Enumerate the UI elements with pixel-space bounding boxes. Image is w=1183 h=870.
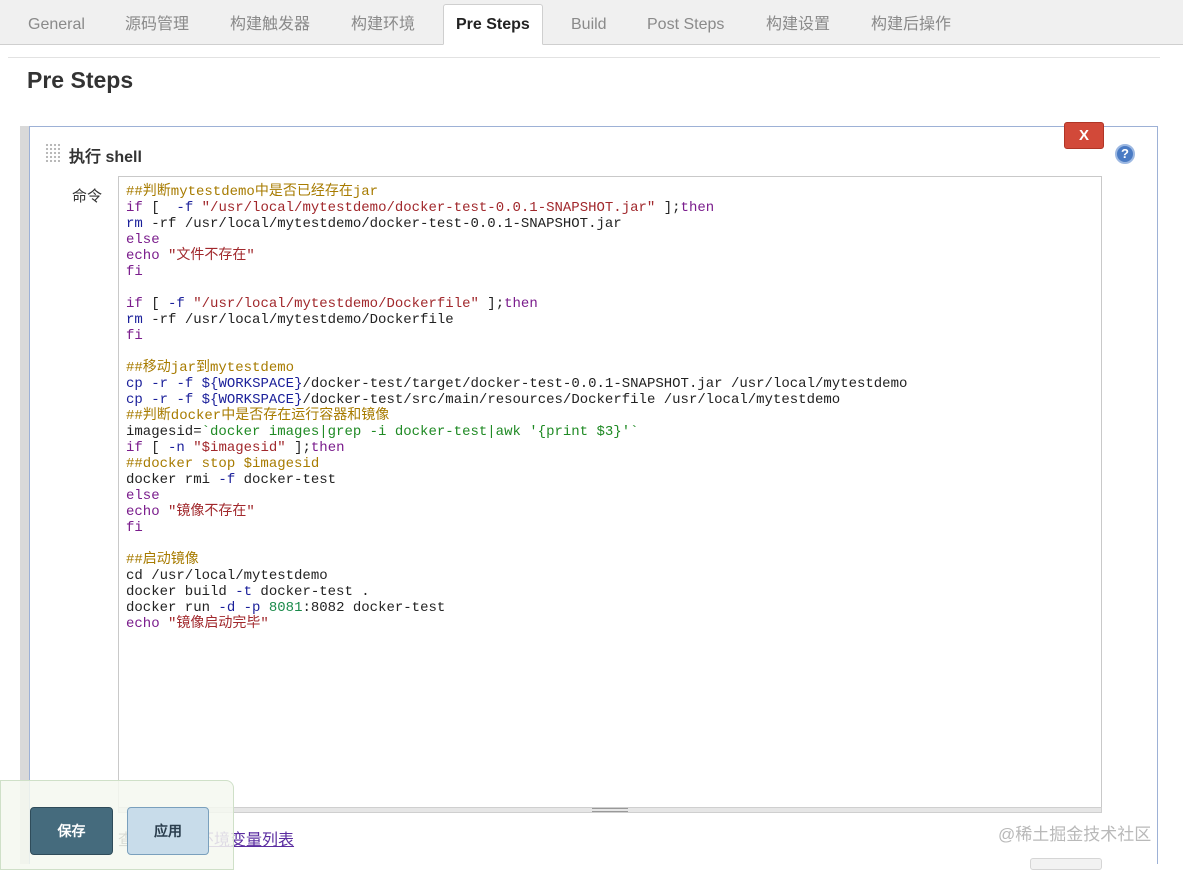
step-left-rail bbox=[20, 126, 29, 864]
tab-general[interactable]: General bbox=[28, 6, 85, 44]
tab-build-triggers[interactable]: 构建触发器 bbox=[230, 6, 310, 44]
tab-build-environment[interactable]: 构建环境 bbox=[351, 6, 415, 44]
section-divider bbox=[8, 57, 1160, 58]
tab-post-steps[interactable]: Post Steps bbox=[647, 6, 724, 44]
tab-build[interactable]: Build bbox=[571, 6, 607, 44]
tab-build-settings[interactable]: 构建设置 bbox=[766, 6, 830, 44]
resize-grip-icon[interactable] bbox=[592, 808, 628, 812]
watermark: @稀土掘金技术社区 bbox=[998, 825, 1152, 844]
partial-button[interactable] bbox=[1030, 858, 1102, 870]
command-text: ##判断mytestdemo中是否已经存在jar if [ -f "/usr/l… bbox=[126, 184, 908, 632]
command-label: 命令 bbox=[72, 188, 103, 205]
step-title: 执行 shell bbox=[69, 149, 142, 166]
apply-button[interactable]: 应用 bbox=[127, 807, 209, 855]
page-title: Pre Steps bbox=[27, 67, 134, 93]
drag-handle-icon[interactable] bbox=[45, 143, 60, 162]
tab-post-build-actions[interactable]: 构建后操作 bbox=[871, 6, 951, 44]
config-tab-bar: General 源码管理 构建触发器 构建环境 Pre Steps Build … bbox=[0, 0, 1183, 45]
save-button[interactable]: 保存 bbox=[30, 807, 113, 855]
delete-step-button[interactable]: X bbox=[1064, 122, 1104, 149]
help-icon[interactable]: ? bbox=[1115, 144, 1135, 164]
tab-source-management[interactable]: 源码管理 bbox=[125, 6, 189, 44]
tab-pre-steps[interactable]: Pre Steps bbox=[443, 4, 543, 45]
